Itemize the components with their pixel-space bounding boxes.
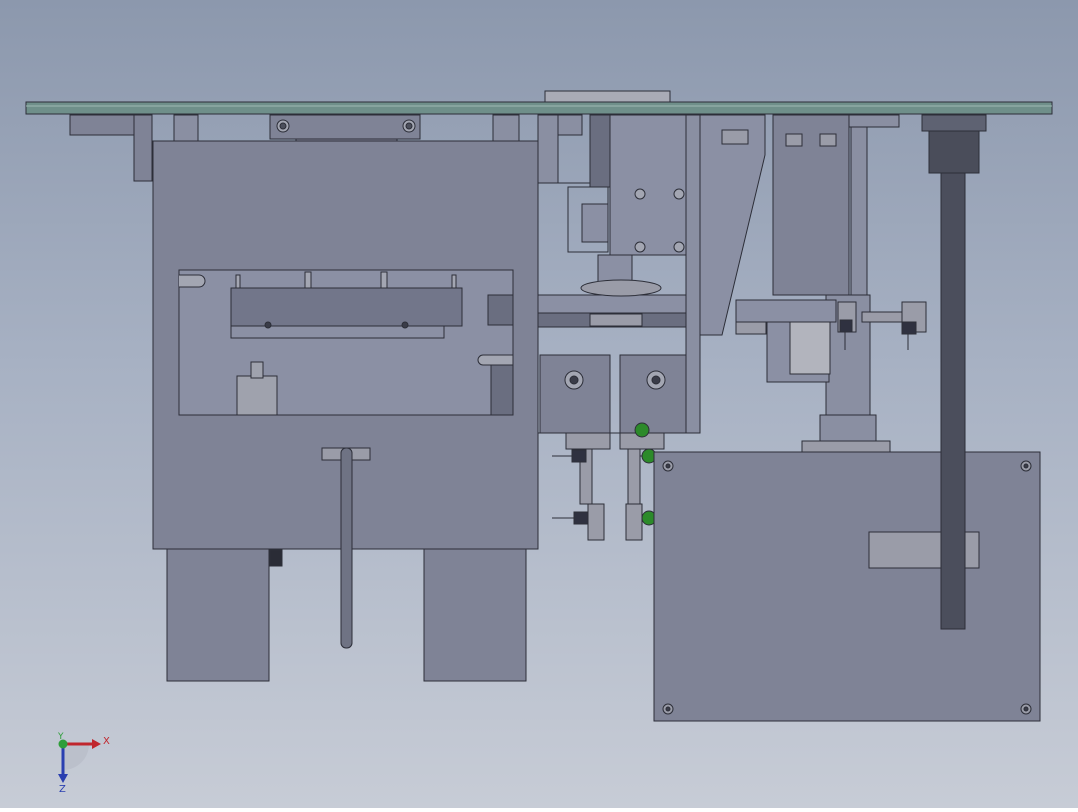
y-axis-label: Y [57,732,64,742]
left-post [133,114,153,182]
left-bracket [69,114,135,136]
triad-quadrant [63,744,89,770]
axis-triad: X Y Z [57,732,110,795]
z-axis-label: Z [59,784,66,795]
x-axis-arrow [92,739,101,749]
motor-block [772,114,850,296]
base-plate [653,451,1041,722]
clamp-left [539,354,611,434]
top-plate [25,101,1053,115]
cad-model-view: X Y Z [25,90,1053,795]
top-plate-cap [544,90,671,103]
vertical-shaft [940,172,966,630]
x-axis-label: X [103,736,110,747]
left-leg [166,548,270,682]
clamp-right [619,354,687,434]
cad-viewport[interactable]: X Y Z [0,0,1078,808]
z-axis-arrow [58,774,68,783]
air-fitting [634,422,650,438]
right-leg [423,548,527,682]
handle-rod [340,447,353,649]
